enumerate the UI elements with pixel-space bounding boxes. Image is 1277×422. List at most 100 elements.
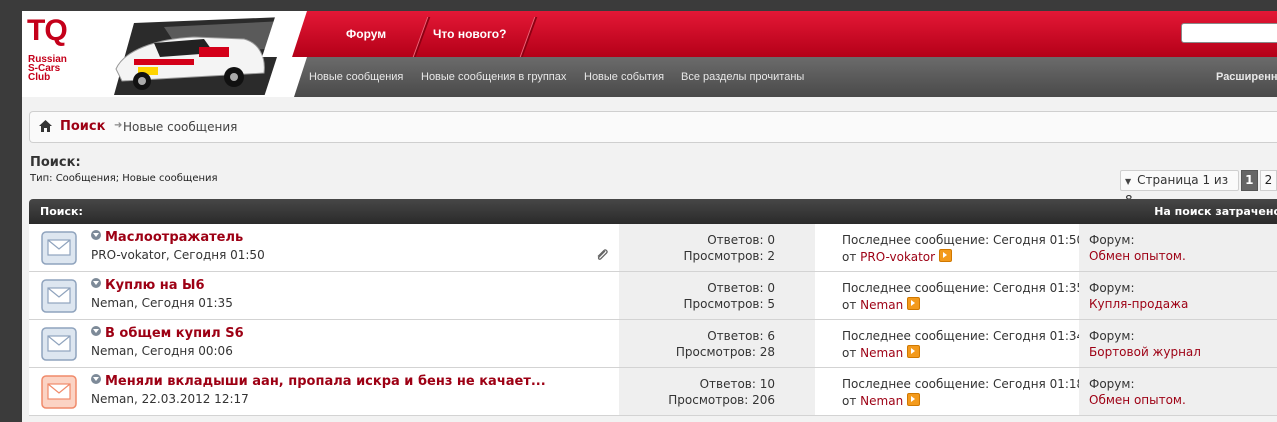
page-jump-menu[interactable]: ▼Страница 1 из 8 — [1120, 170, 1239, 207]
logo[interactable]: TQ Russian S-Cars Club — [22, 11, 287, 97]
last-post-user[interactable]: Neman — [860, 346, 903, 360]
thread-author[interactable]: PRO-vokator — [91, 248, 166, 262]
thread-meta: Neman, 22.03.2012 12:17 — [91, 392, 249, 406]
link-new-posts[interactable]: Новые сообщения — [309, 57, 403, 97]
last-post-cell: Последнее сообщение: Сегодня 01:18 от Nem… — [815, 368, 1084, 415]
page-2-button[interactable]: 2 — [1259, 170, 1277, 191]
last-post-by: от PRO-vokator — [842, 249, 953, 264]
goto-last-post-icon[interactable] — [907, 345, 921, 358]
last-post-user[interactable]: Neman — [860, 394, 903, 408]
pagination: ▼Страница 1 из 8 1 2 — [1120, 170, 1277, 207]
logo-caption: Russian S-Cars Club — [28, 55, 67, 83]
thread-date: Сегодня 01:50 — [173, 248, 265, 262]
nav-secondary: Новые сообщения Новые сообщения в группа… — [264, 57, 1277, 97]
thread-status-cell — [29, 224, 81, 271]
search-type: Тип: Сообщения; Новые сообщения — [30, 173, 218, 184]
thread-status-cell — [29, 368, 81, 415]
envelope-icon — [41, 279, 77, 313]
thread-date: Сегодня 00:06 — [141, 344, 233, 358]
views-count: Просмотров: 28 — [675, 345, 775, 359]
thread-meta: PRO-vokator, Сегодня 01:50 — [91, 248, 265, 262]
logo-mark: TQ — [27, 14, 68, 47]
last-post-time: Последнее сообщение: Сегодня 01:34 — [842, 329, 1085, 343]
thread-meta: Neman, Сегодня 00:06 — [91, 344, 233, 358]
goto-last-post-icon[interactable] — [907, 297, 921, 310]
link-mark-forums-read[interactable]: Все разделы прочитаны — [681, 57, 804, 97]
thread-stats: Ответов: 6 Просмотров: 28 — [619, 320, 815, 367]
goto-first-unread-icon[interactable] — [91, 374, 101, 384]
last-post-from: от — [842, 250, 857, 264]
last-post-cell: Последнее сообщение: Сегодня 01:34 от Nem… — [815, 320, 1084, 367]
search-input[interactable] — [1181, 23, 1277, 43]
page: TQ Russian S-Cars Club Форум Что нового?… — [22, 11, 1277, 422]
table-row: Куплю на Ы6 Neman, Сегодня 01:35 Ответов: … — [29, 272, 1277, 320]
thread-stats: Ответов: 0 Просмотров: 5 — [619, 272, 815, 319]
replies-count: Ответов: 0 — [707, 281, 775, 295]
forum-link[interactable]: Обмен опытом. — [1089, 393, 1186, 407]
thread-title: Маслоотражатель — [105, 230, 244, 245]
forum-label: Форум: — [1089, 377, 1135, 391]
last-post-from: от — [842, 346, 857, 360]
thread-author[interactable]: Neman — [91, 296, 134, 310]
goto-first-unread-icon[interactable] — [91, 326, 101, 336]
table-row: В общем купил S6 Neman, Сегодня 00:06 Отве… — [29, 320, 1277, 368]
forum-cell: Форум: Бортовой журнал — [1079, 320, 1277, 367]
link-new-events[interactable]: Новые события — [584, 57, 664, 97]
thread-title-link[interactable]: Меняли вкладыши аан, пропала искра и бен… — [91, 374, 546, 389]
tab-whats-new[interactable]: Что нового? — [433, 11, 506, 57]
thread-status-cell — [29, 272, 81, 319]
last-post-by: от Neman — [842, 345, 921, 360]
forum-label: Форум: — [1089, 281, 1135, 295]
table-row: Маслоотражатель PRO-vokator, Сегодня 01:5… — [29, 224, 1277, 272]
goto-first-unread-icon[interactable] — [91, 230, 101, 240]
thread-title: Куплю на Ы6 — [105, 278, 205, 293]
goto-first-unread-icon[interactable] — [91, 278, 101, 288]
views-count: Просмотров: 5 — [683, 297, 776, 311]
thread-date: 22.03.2012 12:17 — [141, 392, 249, 406]
last-post-cell: Последнее сообщение: Сегодня 01:50 от PRO… — [815, 224, 1084, 271]
last-post-by: от Neman — [842, 297, 921, 312]
breadcrumb-current: Новые сообщения — [123, 120, 238, 134]
tab-forum[interactable]: Форум — [346, 11, 386, 57]
breadcrumb: Поиск ➜ Новые сообщения — [29, 111, 1277, 143]
results-header-title: Поиск: — [40, 205, 83, 218]
goto-last-post-icon[interactable] — [939, 249, 953, 262]
forum-cell: Форум: Обмен опытом. — [1079, 368, 1277, 415]
forum-link[interactable]: Купля-продажа — [1089, 297, 1188, 311]
nav-primary: Форум Что нового? — [262, 11, 1277, 57]
thread-date: Сегодня 01:35 — [141, 296, 233, 310]
last-post-from: от — [842, 394, 857, 408]
link-new-group-posts[interactable]: Новые сообщения в группах — [421, 57, 566, 97]
search-title: Поиск: — [30, 155, 81, 170]
thread-title-link[interactable]: В общем купил S6 — [91, 326, 244, 341]
last-post-user[interactable]: Neman — [860, 298, 903, 312]
thread-author[interactable]: Neman — [91, 392, 134, 406]
last-post-time: Последнее сообщение: Сегодня 01:35 — [842, 281, 1085, 295]
thread-stats: Ответов: 10 Просмотров: 206 — [619, 368, 815, 415]
tab-divider — [412, 17, 431, 57]
link-advanced-search[interactable]: Расширенн — [1216, 57, 1277, 97]
home-icon[interactable] — [39, 120, 52, 132]
forum-link[interactable]: Обмен опытом. — [1089, 249, 1186, 263]
thread-author[interactable]: Neman — [91, 344, 134, 358]
logo-line: Club — [28, 72, 51, 83]
last-post-user[interactable]: PRO-vokator — [860, 250, 935, 264]
forum-link[interactable]: Бортовой журнал — [1089, 345, 1201, 359]
thread-title: В общем купил S6 — [105, 326, 244, 341]
envelope-icon — [41, 375, 77, 409]
thread-meta: Neman, Сегодня 01:35 — [91, 296, 233, 310]
page-1-button[interactable]: 1 — [1240, 170, 1258, 191]
race-car-image — [114, 17, 284, 95]
thread-title-link[interactable]: Куплю на Ы6 — [91, 278, 205, 293]
results-header: Поиск: На поиск затрачено — [29, 199, 1277, 224]
thread-stats: Ответов: 0 Просмотров: 2 — [619, 224, 815, 271]
views-count: Просмотров: 2 — [683, 249, 776, 263]
envelope-icon — [41, 231, 77, 265]
thread-title-link[interactable]: Маслоотражатель — [91, 230, 243, 245]
breadcrumb-separator-icon: ➜ — [114, 120, 123, 131]
header: TQ Russian S-Cars Club Форум Что нового?… — [22, 11, 1277, 97]
thread-status-cell — [29, 320, 81, 367]
breadcrumb-search-link[interactable]: Поиск — [60, 119, 105, 134]
goto-last-post-icon[interactable] — [907, 393, 921, 406]
forum-cell: Форум: Обмен опытом. — [1079, 224, 1277, 271]
